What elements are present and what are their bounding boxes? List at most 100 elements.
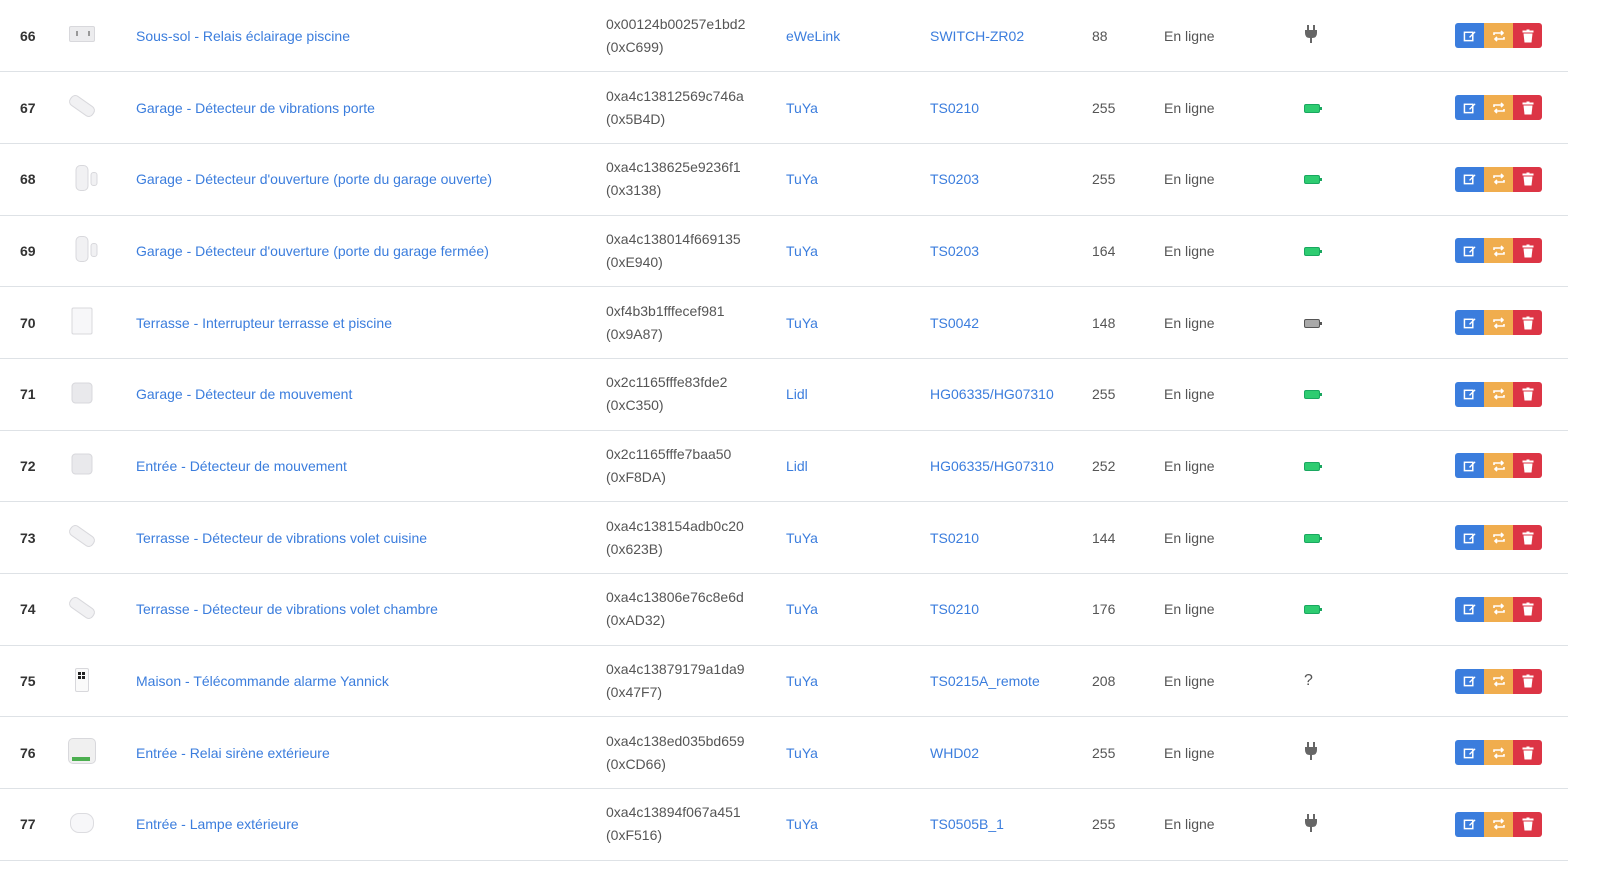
table-row: 72 Entrée - Détecteur de mouvement 0x2c116…: [0, 430, 1568, 502]
device-name-link[interactable]: Entrée - Relai sirène extérieure: [136, 745, 330, 761]
device-name-link[interactable]: Garage - Détecteur de mouvement: [136, 386, 352, 402]
edit-button[interactable]: [1455, 238, 1484, 264]
swap-button[interactable]: [1484, 740, 1513, 766]
edit-button[interactable]: [1455, 525, 1484, 551]
device-name-link[interactable]: Garage - Détecteur d'ouverture (porte du…: [136, 171, 492, 187]
swap-button[interactable]: [1484, 453, 1513, 479]
model-link[interactable]: TS0210: [930, 100, 979, 116]
remote-icon: [68, 666, 96, 694]
delete-button[interactable]: [1513, 381, 1542, 407]
edit-button[interactable]: [1455, 95, 1484, 121]
device-lqi: 144: [1092, 529, 1116, 546]
delete-button[interactable]: [1513, 668, 1542, 694]
swap-button[interactable]: [1484, 596, 1513, 622]
table-row: 77 Entrée - Lampe extérieure 0xa4c13894f06…: [0, 789, 1568, 861]
model-link[interactable]: WHD02: [930, 745, 979, 761]
edit-button[interactable]: [1455, 381, 1484, 407]
edit-button[interactable]: [1455, 668, 1484, 694]
model-link[interactable]: SWITCH-ZR02: [930, 28, 1024, 44]
table-row: 66 Sous-sol - Relais éclairage piscine 0x0…: [0, 0, 1568, 72]
manufacturer-link[interactable]: Lidl: [786, 458, 808, 474]
model-link[interactable]: TS0215A_remote: [930, 673, 1040, 689]
device-ieee: 0xa4c13894f067a451: [606, 804, 741, 821]
manufacturer-link[interactable]: TuYa: [786, 816, 818, 832]
swap-button[interactable]: [1484, 811, 1513, 837]
device-name-link[interactable]: Terrasse - Détecteur de vibrations volet…: [136, 530, 427, 546]
delete-button[interactable]: [1513, 453, 1542, 479]
edit-button[interactable]: [1455, 596, 1484, 622]
model-link[interactable]: TS0203: [930, 243, 979, 259]
table-row: 67 Garage - Détecteur de vibrations porte…: [0, 72, 1568, 144]
device-status: En ligne: [1164, 99, 1215, 116]
swap-button[interactable]: [1484, 668, 1513, 694]
device-lqi: 255: [1092, 171, 1116, 188]
device-name-link[interactable]: Entrée - Détecteur de mouvement: [136, 458, 347, 474]
delete-button[interactable]: [1513, 238, 1542, 264]
manufacturer-link[interactable]: Lidl: [786, 386, 808, 402]
device-name-link[interactable]: Sous-sol - Relais éclairage piscine: [136, 28, 350, 44]
delete-button[interactable]: [1513, 525, 1542, 551]
edit-button[interactable]: [1455, 740, 1484, 766]
manufacturer-link[interactable]: eWeLink: [786, 28, 840, 44]
vibration-sensor-icon: [67, 92, 97, 120]
swap-button[interactable]: [1484, 238, 1513, 264]
delete-button[interactable]: [1513, 740, 1542, 766]
devices-table: 66 Sous-sol - Relais éclairage piscine 0x0…: [0, 0, 1568, 861]
manufacturer-link[interactable]: TuYa: [786, 601, 818, 617]
swap-button[interactable]: [1484, 381, 1513, 407]
manufacturer-link[interactable]: TuYa: [786, 100, 818, 116]
delete-button[interactable]: [1513, 95, 1542, 121]
delete-button[interactable]: [1513, 310, 1542, 336]
swap-button[interactable]: [1484, 525, 1513, 551]
edit-button[interactable]: [1455, 166, 1484, 192]
edit-button[interactable]: [1455, 310, 1484, 336]
device-name-link[interactable]: Maison - Télécommande alarme Yannick: [136, 673, 389, 689]
wall-switch-icon: [68, 307, 96, 335]
model-link[interactable]: TS0203: [930, 171, 979, 187]
delete-button[interactable]: [1513, 166, 1542, 192]
edit-button[interactable]: [1455, 811, 1484, 837]
manufacturer-link[interactable]: TuYa: [786, 171, 818, 187]
device-nwk: (0xC350): [606, 397, 664, 414]
device-nwk: (0x9A87): [606, 325, 663, 342]
manufacturer-link[interactable]: TuYa: [786, 243, 818, 259]
battery-icon: [1304, 461, 1322, 471]
mains-plug-icon: [1304, 25, 1320, 44]
manufacturer-link[interactable]: TuYa: [786, 530, 818, 546]
motion-sensor-icon: [68, 379, 96, 407]
swap-button[interactable]: [1484, 166, 1513, 192]
delete-button[interactable]: [1513, 811, 1542, 837]
battery-icon: [1304, 175, 1322, 185]
edit-button[interactable]: [1455, 23, 1484, 49]
device-lqi: 88: [1092, 27, 1108, 44]
edit-button[interactable]: [1455, 453, 1484, 479]
model-link[interactable]: TS0210: [930, 601, 979, 617]
table-row: 68 Garage - Détecteur d'ouverture (porte …: [0, 143, 1568, 216]
battery-icon: [1304, 605, 1322, 615]
device-name-link[interactable]: Garage - Détecteur d'ouverture (porte du…: [136, 243, 489, 259]
device-name-link[interactable]: Terrasse - Détecteur de vibrations volet…: [136, 601, 438, 617]
model-link[interactable]: TS0505B_1: [930, 816, 1004, 832]
model-link[interactable]: HG06335/HG07310: [930, 458, 1054, 474]
swap-button[interactable]: [1484, 23, 1513, 49]
model-link[interactable]: TS0210: [930, 530, 979, 546]
device-lqi: 255: [1092, 386, 1116, 403]
table-row: 75 Maison - Télécommande alarme Yannick 0x…: [0, 645, 1568, 717]
device-name-link[interactable]: Entrée - Lampe extérieure: [136, 816, 299, 832]
device-name-link[interactable]: Terrasse - Interrupteur terrasse et pisc…: [136, 315, 392, 331]
manufacturer-link[interactable]: TuYa: [786, 315, 818, 331]
table-row: 73 Terrasse - Détecteur de vibrations vol…: [0, 502, 1568, 574]
model-link[interactable]: TS0042: [930, 315, 979, 331]
table-row: 71 Garage - Détecteur de mouvement 0x2c116…: [0, 358, 1568, 431]
manufacturer-link[interactable]: TuYa: [786, 673, 818, 689]
device-id: 73: [20, 529, 36, 546]
swap-button[interactable]: [1484, 310, 1513, 336]
model-link[interactable]: HG06335/HG07310: [930, 386, 1054, 402]
delete-button[interactable]: [1513, 596, 1542, 622]
device-status: En ligne: [1164, 27, 1215, 44]
delete-button[interactable]: [1513, 23, 1542, 49]
manufacturer-link[interactable]: TuYa: [786, 745, 818, 761]
device-id: 71: [20, 386, 36, 403]
swap-button[interactable]: [1484, 95, 1513, 121]
device-name-link[interactable]: Garage - Détecteur de vibrations porte: [136, 100, 375, 116]
